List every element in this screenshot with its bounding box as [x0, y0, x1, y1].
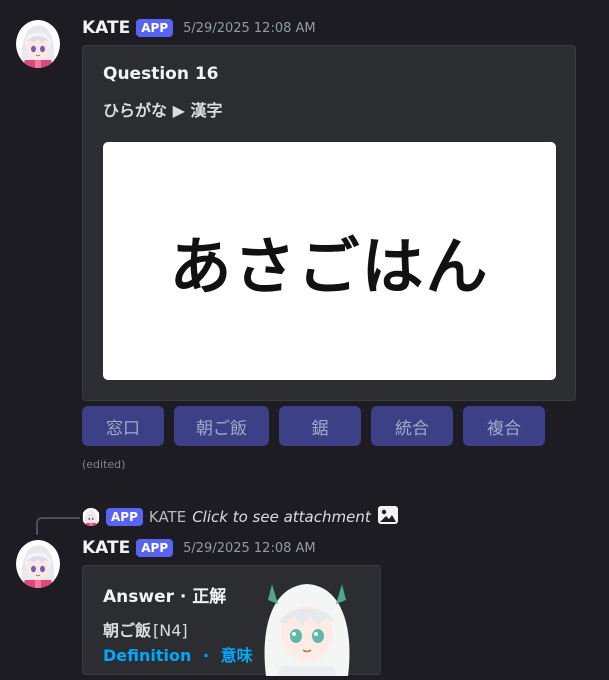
answer-links: Definition · 意味: [103, 642, 253, 666]
definition-link[interactable]: Definition: [103, 646, 191, 665]
answer-embed: Answer · 正解 朝ご飯 [N4] Definition · 意味: [82, 565, 381, 676]
answer-title: Answer · 正解: [103, 587, 227, 607]
image-icon[interactable]: [377, 505, 399, 529]
timestamp[interactable]: 5/29/2025 12:08 AM: [183, 541, 316, 556]
meaning-link[interactable]: 意味: [221, 646, 253, 665]
edited-label: (edited): [82, 458, 126, 471]
embed-description: ひらがな ▶ 漢字: [103, 101, 223, 120]
quiz-image[interactable]: あさごはん: [103, 142, 556, 380]
choice-button-5[interactable]: 複合: [463, 406, 545, 446]
link-separator: ·: [202, 646, 210, 665]
username[interactable]: KATE: [82, 538, 130, 558]
kate-avatar[interactable]: [16, 20, 60, 68]
question-embed: Question 16 ひらがな ▶ 漢字 あさごはん: [82, 45, 576, 401]
quiz-word: あさごはん: [169, 230, 490, 303]
embed-title: Question 16: [103, 64, 219, 84]
kate-avatar-2[interactable]: [16, 540, 60, 588]
jlpt-level: [N4]: [153, 621, 188, 640]
choice-button-1[interactable]: 窓口: [82, 406, 164, 446]
reply-preview[interactable]: APP KATE Click to see attachment: [82, 505, 399, 529]
username[interactable]: KATE: [82, 18, 130, 38]
message-header-2: KATE APP 5/29/2025 12:08 AM: [82, 538, 316, 558]
choice-button-4[interactable]: 統合: [371, 406, 453, 446]
answer-thumbnail[interactable]: [258, 578, 356, 676]
timestamp[interactable]: 5/29/2025 12:08 AM: [183, 21, 316, 36]
choice-button-2[interactable]: 朝ご飯: [174, 406, 269, 446]
reply-username[interactable]: KATE: [149, 508, 186, 526]
choice-buttons: 窓口 朝ご飯 鋸 統合 複合: [82, 406, 545, 446]
reply-text[interactable]: Click to see attachment: [192, 508, 371, 526]
message-header: KATE APP 5/29/2025 12:08 AM: [82, 18, 316, 38]
choice-button-3[interactable]: 鋸: [279, 406, 361, 446]
app-badge: APP: [136, 539, 174, 557]
answer-word: 朝ご飯: [103, 621, 152, 640]
app-badge: APP: [136, 19, 174, 37]
reply-connector: [36, 517, 80, 535]
answer-word-row: 朝ご飯 [N4]: [103, 617, 188, 641]
reply-avatar[interactable]: [82, 508, 100, 526]
reply-app-badge: APP: [106, 508, 143, 526]
